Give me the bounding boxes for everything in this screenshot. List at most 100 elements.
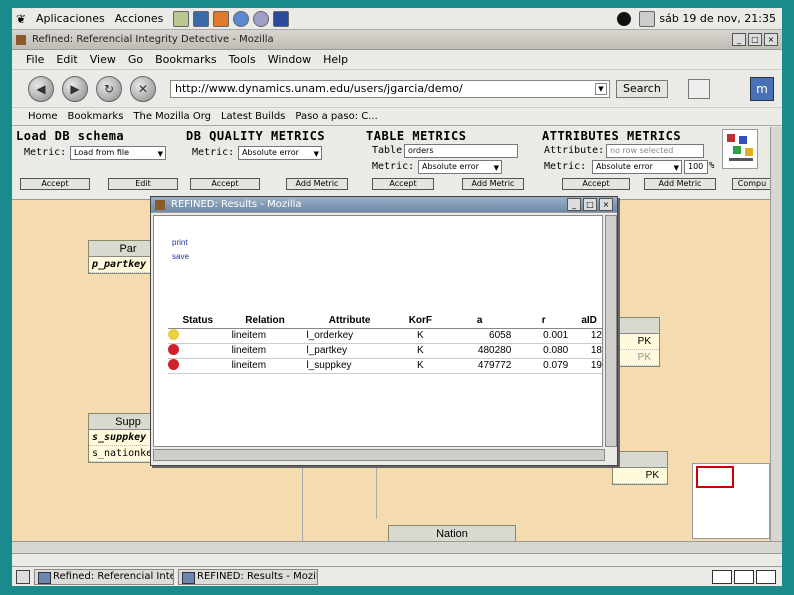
menu-view[interactable]: View [90, 53, 116, 66]
office-launcher-icon[interactable] [213, 10, 230, 27]
table-row[interactable]: PK [613, 334, 659, 350]
menu-go[interactable]: Go [128, 53, 143, 66]
page-horizontal-scrollbar[interactable] [12, 541, 782, 553]
browser-launcher-icon[interactable] [233, 10, 250, 27]
maximize-icon[interactable]: □ [583, 198, 597, 211]
terminal-launcher-icon[interactable] [193, 10, 210, 27]
dbq-add-metric-button[interactable]: Add Metric [286, 178, 348, 190]
key-badge: PK [645, 470, 659, 481]
attr-accept-button[interactable]: Accept [562, 178, 630, 190]
col-attribute: Attribute [302, 314, 397, 329]
table-input[interactable]: orders [404, 144, 518, 158]
table-row[interactable]: lineitem l_partkey K 480280 0.080 18 [168, 343, 602, 359]
back-arrow-icon[interactable]: ◀ [28, 75, 54, 102]
col-aid: aID [572, 314, 602, 329]
search-button[interactable]: Search [616, 79, 668, 98]
cell-aid: 12 [572, 328, 602, 344]
table-right-upper[interactable]: PK PK [612, 317, 660, 367]
popup-vertical-scrollbar[interactable] [605, 215, 617, 447]
schema-minimap[interactable] [692, 463, 770, 539]
browser-statusbar [12, 553, 782, 567]
menu-help[interactable]: Help [323, 53, 348, 66]
close-icon[interactable]: × [764, 33, 778, 46]
chevron-down-icon: ▼ [673, 164, 679, 172]
bookmark-home[interactable]: Home [28, 111, 58, 122]
popup-titlebar[interactable]: REFINED: Results - Mozilla _ □ × [151, 197, 617, 213]
table-metric-select[interactable]: Absolute error ▼ [418, 160, 502, 174]
save-link[interactable]: save [172, 252, 189, 261]
table-add-metric-button[interactable]: Add Metric [462, 178, 524, 190]
network-icon[interactable] [639, 10, 656, 27]
applications-menu[interactable]: Aplicaciones [36, 12, 105, 25]
help-launcher-icon[interactable] [253, 10, 270, 27]
load-edit-button[interactable]: Edit [108, 178, 178, 190]
panel-clock[interactable]: sáb 19 de nov, 21:35 [659, 12, 776, 25]
dbq-metric-select[interactable]: Absolute error ▼ [238, 146, 322, 160]
print-link[interactable]: print [172, 238, 188, 247]
logo-launcher-icon[interactable] [273, 10, 290, 27]
menu-file[interactable]: File [26, 53, 44, 66]
minimize-icon[interactable]: _ [567, 198, 581, 211]
cell-r: 0.079 [515, 358, 573, 374]
bookmark-paso-a-paso[interactable]: Paso a paso: C... [295, 111, 377, 122]
table-row[interactable]: PK [613, 468, 667, 484]
shopping-cart-icon[interactable] [722, 129, 758, 169]
dbq-accept-button[interactable]: Accept [190, 178, 260, 190]
attr-metric-select[interactable]: Absolute error ▼ [592, 160, 682, 174]
table-right-lower[interactable]: PK [612, 451, 668, 485]
dbq-metric-label: Metric: [192, 147, 235, 158]
table-metrics-section: TABLE METRICS Table orders Metric: Absol… [362, 127, 538, 200]
minimize-icon[interactable]: _ [732, 33, 746, 46]
col-status: Status [168, 314, 228, 329]
menu-edit[interactable]: Edit [56, 53, 77, 66]
task-refined-results[interactable]: REFINED: Results - Mozilla [178, 568, 318, 585]
table-row[interactable]: lineitem l_orderkey K 6058 0.001 12 [168, 328, 602, 344]
mozilla-throbber-icon[interactable]: m [750, 76, 774, 101]
minimap-viewport[interactable] [696, 466, 734, 488]
load-metric-select[interactable]: Load from file ▼ [70, 146, 166, 160]
menu-bookmarks[interactable]: Bookmarks [155, 53, 216, 66]
workspace-2[interactable] [734, 569, 754, 584]
attr-add-metric-button[interactable]: Add Metric [644, 178, 716, 190]
table-accept-button[interactable]: Accept [372, 178, 434, 190]
table-row[interactable]: PK [613, 350, 659, 366]
desktop-taskbar: Refined: Referencial Integr REFINED: Res… [12, 566, 782, 586]
maximize-icon[interactable]: □ [748, 33, 762, 46]
text-editor-launcher-icon[interactable] [173, 10, 190, 27]
percent-value: 100 [688, 162, 704, 171]
workspace-1[interactable] [712, 569, 732, 584]
url-dropdown-icon[interactable]: ▼ [595, 82, 607, 95]
table-row[interactable]: lineitem l_suppkey K 479772 0.079 19 [168, 358, 602, 374]
reload-icon[interactable]: ↻ [96, 75, 122, 102]
percent-input[interactable]: 100 [684, 160, 708, 174]
bookmark-bookmarks[interactable]: Bookmarks [68, 111, 124, 122]
forward-arrow-icon[interactable]: ▶ [62, 75, 88, 102]
load-schema-section: Load DB schema Metric: Load from file ▼ … [12, 127, 182, 200]
page-vertical-scrollbar[interactable] [770, 127, 782, 541]
compute-button[interactable]: Compu [732, 178, 770, 190]
load-accept-button[interactable]: Accept [20, 178, 90, 190]
cell-relation: lineitem [227, 358, 303, 374]
chevron-down-icon: ▼ [493, 164, 499, 172]
workspace-3[interactable] [756, 569, 776, 584]
task-refined-main[interactable]: Refined: Referencial Integr [34, 568, 174, 585]
gnome-foot-icon[interactable]: ❦ [16, 12, 30, 26]
show-desktop-icon[interactable] [16, 569, 30, 584]
close-icon[interactable]: × [599, 198, 613, 211]
url-field[interactable]: http://www.dynamics.unam.edu/users/jgarc… [170, 79, 610, 98]
window-menu-icon[interactable] [155, 199, 165, 210]
print-icon[interactable] [687, 78, 710, 99]
bookmark-mozilla-org[interactable]: The Mozilla Org [133, 111, 211, 122]
attribute-input[interactable]: no row selected [606, 144, 704, 158]
attr-metric-label: Metric: [544, 161, 587, 172]
popup-horizontal-scrollbar[interactable] [153, 449, 605, 461]
stop-icon[interactable]: ✕ [130, 75, 156, 102]
window-menu-icon[interactable] [16, 34, 26, 45]
browser-titlebar[interactable]: Refined: Referencial Integrity Detective… [12, 30, 782, 50]
menu-window[interactable]: Window [268, 53, 311, 66]
menu-tools[interactable]: Tools [229, 53, 256, 66]
bookmark-latest-builds[interactable]: Latest Builds [221, 111, 285, 122]
table-nation[interactable]: Nation n_nationkey PK n_regionkey FK [388, 525, 516, 541]
actions-menu[interactable]: Acciones [115, 12, 164, 25]
desktop-top-panel: ❦ Aplicaciones Acciones sáb 19 de nov, 2… [12, 8, 782, 30]
